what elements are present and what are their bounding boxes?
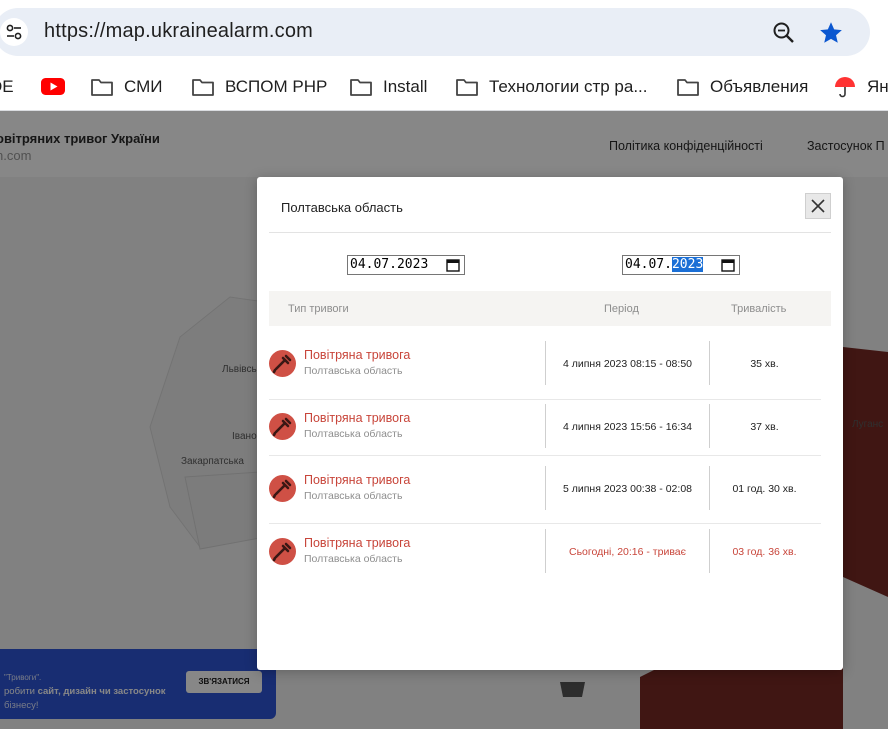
bookmark-folder-vspom[interactable]: ВСПОМ PHP [191,74,327,100]
youtube-icon [41,78,65,95]
alert-region: Полтавська область [304,553,403,565]
table-row[interactable]: Повітряна тривога Полтавська область 5 л… [269,458,821,520]
bookmark-folder-ads[interactable]: Объявления [676,74,808,100]
folder-icon [456,79,478,96]
cell-divider [545,341,546,385]
calendar-icon[interactable] [721,258,735,272]
bookmark-label: Технологии стр ра... [489,77,648,96]
alert-period: 4 липня 2023 15:56 - 16:34 [563,420,692,433]
alert-type: Повітряна тривога [304,348,411,362]
yandex-icon [835,77,855,98]
air-raid-icon [269,413,296,440]
table-header: Тип тривоги Період Тривалість [269,291,831,326]
alert-duration: 03 год. 36 хв. [732,546,797,558]
air-raid-icon [269,538,296,565]
bookmark-folder-tech[interactable]: Технологии стр ра... [455,74,648,100]
date-from-input[interactable]: 04.07.2023 [347,255,465,275]
date-to-input[interactable]: 04.07.2023 [622,255,740,275]
alert-type: Повітряна тривога [304,536,411,550]
modal-divider [269,232,831,233]
alert-period: 4 липня 2023 08:15 - 08:50 [563,357,692,370]
site-info-icon[interactable] [0,18,28,46]
row-divider [269,455,821,456]
bookmark-label: Янд [867,77,888,96]
table-row[interactable]: Повітряна тривога Полтавська область 4 л… [269,333,821,395]
alert-type: Повітряна тривога [304,411,411,425]
air-raid-icon [269,350,296,377]
calendar-icon[interactable] [446,258,460,272]
cell-divider [545,466,546,510]
url-text[interactable]: https://map.ukrainealarm.com [44,20,313,43]
alert-period: Сьогодні, 20:16 - триває [569,545,686,558]
alert-type: Повітряна тривога [304,473,411,487]
folder-icon [677,79,699,96]
bookmark-star-icon[interactable] [817,19,845,47]
alert-duration: 37 хв. [750,421,779,433]
alert-region: Полтавська область [304,365,403,377]
zoom-icon[interactable] [771,20,797,46]
column-duration: Тривалість [731,303,787,315]
alert-region: Полтавська область [304,490,403,502]
folder-icon [350,79,372,96]
modal-title: Полтавська область [281,200,403,215]
omnibox[interactable]: https://map.ukrainealarm.com [0,8,870,56]
bookmark-youtube[interactable] [41,74,75,100]
bookmark-label: СМИ [124,77,163,96]
bookmark-label: ВСПОМ PHP [225,77,328,96]
bookmarks-bar: DE СМИ ВСПОМ PHP Install Технологии стр … [0,64,888,111]
folder-icon [91,79,113,96]
alert-period: 5 липня 2023 00:38 - 02:08 [563,482,692,495]
alert-duration: 01 год. 30 хв. [732,483,797,495]
table-row[interactable]: Повітряна тривога Полтавська область 4 л… [269,396,821,458]
bookmark-yandex[interactable]: Янд [833,74,888,100]
table-row-active[interactable]: Повітряна тривога Полтавська область Сьо… [269,521,821,583]
close-icon [811,199,825,213]
alert-region: Полтавська область [304,428,403,440]
folder-icon [192,79,214,96]
bookmark-folder-smi[interactable]: СМИ [90,74,162,100]
bookmark-folder-install[interactable]: Install [349,74,427,100]
cell-divider [545,529,546,573]
region-history-modal: Полтавська область 04.07.2023 04.07.2023… [257,177,843,670]
cell-divider [709,404,710,448]
cell-divider [709,529,710,573]
bookmark-label: Install [383,77,428,96]
bookmark-label: DE [0,77,14,96]
cell-divider [709,466,710,510]
bookmark-label: Объявления [710,77,809,96]
column-type: Тип тривоги [288,303,349,315]
air-raid-icon [269,475,296,502]
column-period: Період [604,303,639,315]
cell-divider [545,404,546,448]
browser-address-bar: https://map.ukrainealarm.com [0,0,888,64]
bookmark-de[interactable]: DE [0,74,14,100]
close-button[interactable] [805,193,831,219]
alert-duration: 35 хв. [750,358,779,370]
selected-year-segment[interactable]: 2023 [671,257,704,272]
cell-divider [709,341,710,385]
